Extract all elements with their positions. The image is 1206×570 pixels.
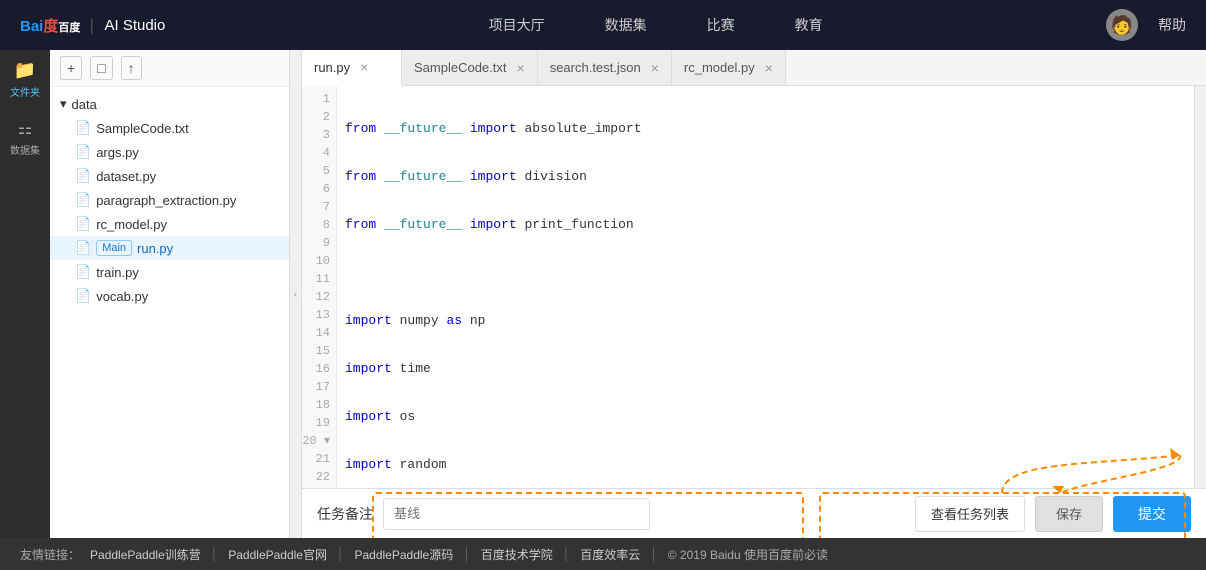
list-item[interactable]: 📄 SampleCode.txt xyxy=(50,116,289,140)
nav-item-projects[interactable]: 项目大厅 xyxy=(489,15,545,35)
tab-label: SampleCode.txt xyxy=(414,60,507,75)
footer: 友情链接： PaddlePaddle训练营 │ PaddlePaddle官网 │… xyxy=(0,538,1206,570)
nav-right: 🧑 帮助 xyxy=(1106,9,1186,41)
file-name: SampleCode.txt xyxy=(96,121,189,136)
nav-items: 项目大厅 数据集 比赛 教育 xyxy=(205,15,1106,35)
tab-label: run.py xyxy=(314,60,350,75)
tab-label: rc_model.py xyxy=(684,60,755,75)
top-nav: Bai度百度 │ AI Studio 项目大厅 数据集 比赛 教育 🧑 帮助 xyxy=(0,0,1206,50)
upload-button[interactable]: ↑ xyxy=(121,56,142,80)
editor-area: run.py × SampleCode.txt × search.test.js… xyxy=(302,50,1206,538)
tab-samplecode[interactable]: SampleCode.txt × xyxy=(402,50,538,85)
tab-close-icon[interactable]: × xyxy=(651,60,659,76)
task-note-label: 任务备注 xyxy=(317,504,373,524)
nav-help[interactable]: 帮助 xyxy=(1158,15,1186,35)
nav-item-datasets[interactable]: 数据集 xyxy=(605,15,647,35)
code-content[interactable]: from __future__ import absolute_import f… xyxy=(337,86,1194,488)
tab-label: search.test.json xyxy=(550,60,641,75)
panel-toggle[interactable]: ‹ xyxy=(290,50,302,538)
file-icon: 📄 xyxy=(75,120,91,136)
file-icon: 📄 xyxy=(75,264,91,280)
list-item[interactable]: 📄 vocab.py xyxy=(50,284,289,308)
logo-ai-studio: AI Studio xyxy=(104,17,165,34)
list-item[interactable]: 📄 rc_model.py xyxy=(50,212,289,236)
file-name: paragraph_extraction.py xyxy=(96,193,236,208)
file-icon: 📄 xyxy=(75,144,91,160)
list-item[interactable]: 📄 args.py xyxy=(50,140,289,164)
sidebar-files-label: 文件夹 xyxy=(10,84,40,99)
list-item[interactable]: 📄 dataset.py xyxy=(50,164,289,188)
tab-rc-model[interactable]: rc_model.py × xyxy=(672,50,786,85)
avatar[interactable]: 🧑 xyxy=(1106,9,1138,41)
footer-link-baidutechacademy[interactable]: 百度技术学院 xyxy=(481,546,553,563)
nav-item-education[interactable]: 教育 xyxy=(795,15,823,35)
task-note-input[interactable] xyxy=(383,498,650,530)
file-icon: 📄 xyxy=(75,216,91,232)
file-name: args.py xyxy=(96,145,139,160)
tab-search-test[interactable]: search.test.json × xyxy=(538,50,672,85)
chevron-down-icon: ▾ xyxy=(60,96,67,112)
editor-tabs: run.py × SampleCode.txt × search.test.js… xyxy=(302,50,1206,86)
footer-link-paddlesrc[interactable]: PaddlePaddle源码 xyxy=(354,546,453,563)
footer-prefix: 友情链接： xyxy=(20,546,80,563)
vertical-scrollbar[interactable] xyxy=(1194,86,1206,488)
dataset-icon: ⚏ xyxy=(18,119,32,139)
nav-logo: Bai度百度 │ AI Studio xyxy=(20,15,165,36)
folder-name: data xyxy=(72,97,97,112)
file-panel: + □ ↑ ▾ data 📄 SampleCode.txt 📄 args.py … xyxy=(50,50,290,538)
main-layout: 📁 文件夹 ⚏ 数据集 + □ ↑ ▾ data 📄 SampleCode.tx… xyxy=(0,50,1206,538)
line-numbers: 1 2 3 4 5 6 7 8 9 10 11 12 13 14 15 16 1… xyxy=(302,86,337,488)
file-tree: ▾ data 📄 SampleCode.txt 📄 args.py 📄 data… xyxy=(50,87,289,538)
file-name: run.py xyxy=(137,241,173,256)
file-name: dataset.py xyxy=(96,169,156,184)
footer-link-baiduefficiency[interactable]: 百度效率云 xyxy=(580,546,640,563)
new-folder-button[interactable]: □ xyxy=(90,56,112,80)
file-name: vocab.py xyxy=(96,289,148,304)
tab-close-icon[interactable]: × xyxy=(360,59,368,75)
footer-link-paddlecamp[interactable]: PaddlePaddle训练营 xyxy=(90,546,201,563)
new-file-button[interactable]: + xyxy=(60,56,82,80)
file-icon: 📄 xyxy=(75,288,91,304)
footer-copyright: © 2019 Baidu 使用百度前必读 xyxy=(668,546,828,563)
list-item[interactable]: 📄 train.py xyxy=(50,260,289,284)
file-toolbar: + □ ↑ xyxy=(50,50,289,87)
sidebar-icon-dataset[interactable]: ⚏ 数据集 xyxy=(10,119,40,157)
tab-close-icon[interactable]: × xyxy=(765,60,773,76)
folder-icon: 📁 xyxy=(14,60,36,81)
tab-run-py[interactable]: run.py × xyxy=(302,50,402,86)
submit-button[interactable]: 提交 xyxy=(1113,496,1191,532)
file-icon: 📄 xyxy=(75,240,91,256)
file-name: train.py xyxy=(96,265,139,280)
nav-item-competition[interactable]: 比赛 xyxy=(707,15,735,35)
logo-baidu: Bai度百度 xyxy=(20,15,80,36)
bottom-toolbar: 任务备注 查看任务列表 保存 提交 xyxy=(302,488,1206,538)
sidebar-icons: 📁 文件夹 ⚏ 数据集 xyxy=(0,50,50,538)
save-button[interactable]: 保存 xyxy=(1035,496,1103,532)
sidebar-dataset-label: 数据集 xyxy=(10,142,40,157)
code-editor[interactable]: 1 2 3 4 5 6 7 8 9 10 11 12 13 14 15 16 1… xyxy=(302,86,1206,488)
list-item[interactable]: 📄 paragraph_extraction.py xyxy=(50,188,289,212)
tab-close-icon[interactable]: × xyxy=(517,60,525,76)
list-item[interactable]: 📄 Main run.py xyxy=(50,236,289,260)
logo-divider: │ xyxy=(88,18,96,33)
sidebar-icon-files[interactable]: 📁 文件夹 xyxy=(10,60,40,99)
file-name: rc_model.py xyxy=(96,217,167,232)
view-tasks-button[interactable]: 查看任务列表 xyxy=(915,496,1025,532)
file-icon: 📄 xyxy=(75,192,91,208)
footer-link-paddleweb[interactable]: PaddlePaddle官网 xyxy=(228,546,327,563)
file-icon: 📄 xyxy=(75,168,91,184)
root-folder[interactable]: ▾ data xyxy=(50,92,289,116)
main-badge: Main xyxy=(96,240,132,256)
